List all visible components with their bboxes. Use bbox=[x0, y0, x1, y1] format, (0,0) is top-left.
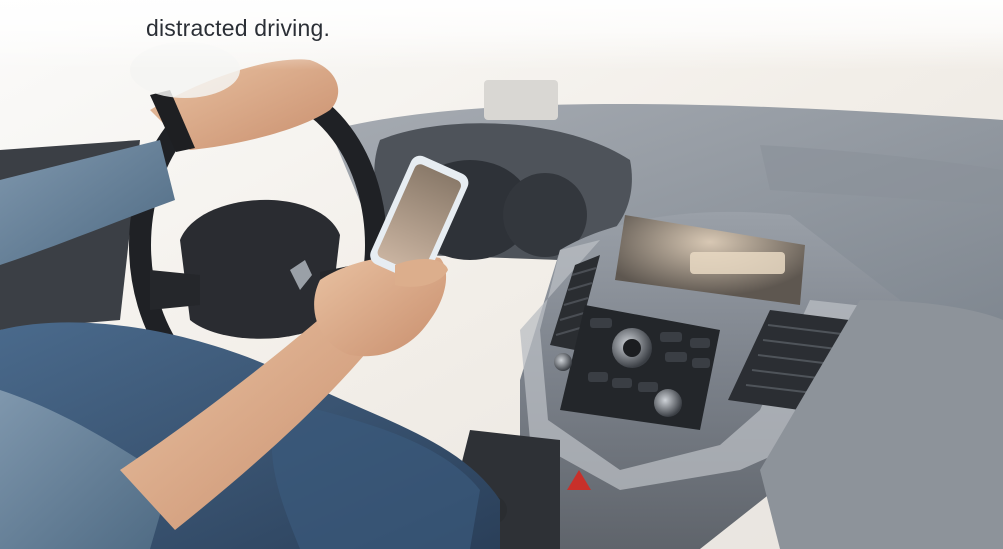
small-dial-icon[interactable] bbox=[554, 353, 572, 371]
steering-wheel-left-spoke bbox=[150, 270, 200, 310]
distracted-driving-photo: distracted driving. bbox=[0, 0, 1003, 549]
dash-mounted-display bbox=[484, 80, 558, 120]
car-interior-illustration bbox=[0, 0, 1003, 549]
tuning-knob-icon[interactable] bbox=[654, 389, 682, 417]
caption-text: distracted driving. bbox=[146, 15, 331, 41]
screen-glare bbox=[690, 252, 785, 274]
volume-knob-center bbox=[623, 339, 641, 357]
